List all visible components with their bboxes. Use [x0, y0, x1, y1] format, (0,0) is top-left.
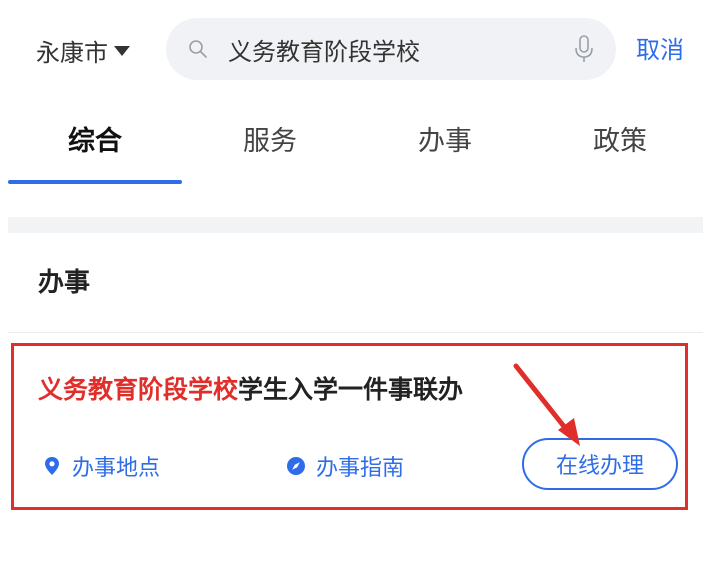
tab-affairs[interactable]: 办事	[360, 118, 530, 166]
tab-bar: 综合 服务 办事 政策	[0, 100, 703, 190]
tab-policy[interactable]: 政策	[535, 118, 703, 166]
guide-label: 办事指南	[316, 456, 405, 481]
location-pin-icon	[45, 457, 59, 475]
tab-services[interactable]: 服务	[185, 118, 355, 166]
location-link[interactable]: 办事地点	[42, 450, 160, 482]
location-label: 办事地点	[72, 456, 161, 481]
compass-icon	[287, 457, 305, 475]
search-results-page: 永康市 取消 综合 服务 办事 政策 办事 义务教育阶段学校学生入学一件	[0, 0, 703, 563]
divider	[8, 332, 703, 333]
tab-all[interactable]: 综合	[10, 118, 180, 166]
active-tab-indicator	[8, 180, 182, 184]
search-icon	[189, 40, 207, 58]
result-title[interactable]: 义务教育阶段学校学生入学一件事联办	[38, 370, 463, 406]
search-input[interactable]	[228, 28, 558, 70]
search-box[interactable]	[166, 18, 616, 80]
mic-icon[interactable]	[574, 34, 594, 64]
result-title-rest: 学生入学一件事联办	[238, 375, 464, 404]
city-label: 永康市	[36, 38, 108, 67]
search-header: 永康市 取消	[0, 0, 703, 100]
city-selector[interactable]: 永康市	[36, 30, 130, 70]
cancel-button[interactable]: 取消	[636, 30, 684, 70]
section-title: 办事	[38, 268, 91, 298]
caret-down-icon	[114, 46, 130, 56]
annotation-arrow	[513, 363, 580, 446]
section-separator	[8, 217, 703, 233]
guide-link[interactable]: 办事指南	[286, 450, 404, 482]
result-title-highlight: 义务教育阶段学校	[38, 375, 239, 404]
